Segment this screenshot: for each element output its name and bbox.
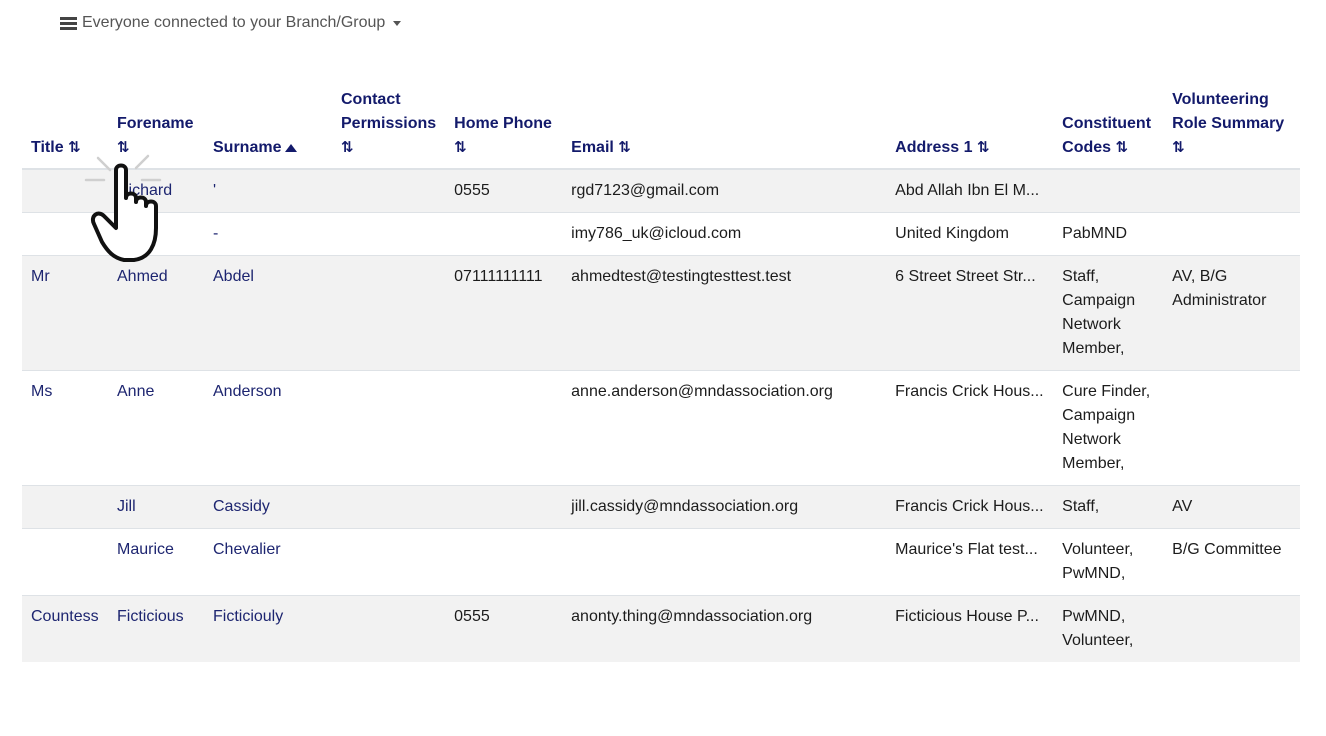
table-row[interactable]: Jill Cassidy jill.cassidy@mndassociation… — [22, 485, 1300, 529]
list-icon — [60, 16, 77, 30]
table-row[interactable]: Mr Ahmed Abdel 07111111111 ahmedtest@tes… — [22, 255, 1300, 371]
cell-address: United Kingdom — [886, 212, 1054, 256]
cell-phone — [445, 528, 563, 596]
header-volunteering-role-summary[interactable]: Volunteering Role Summary ⇅ — [1163, 80, 1300, 170]
header-title[interactable]: Title ⇅ — [22, 80, 108, 170]
cell-email: jill.cassidy@mndassociation.org — [562, 485, 887, 529]
table-row[interactable]: Ms Anne Anderson anne.anderson@mndassoci… — [22, 370, 1300, 486]
contacts-table: Title ⇅ Forename ⇅ Surname Contact Permis… — [22, 80, 1300, 662]
sort-icon[interactable]: ⇅ — [1172, 139, 1185, 156]
header-email[interactable]: Email ⇅ — [562, 80, 887, 170]
view-selector-label: Everyone connected to your Branch/Group — [82, 14, 386, 31]
cell-email: anne.anderson@mndassociation.org — [562, 370, 887, 486]
cell-title[interactable]: Ms — [22, 370, 108, 486]
table-row[interactable]: Countess Ficticious Ficticiouly 0555 ano… — [22, 595, 1300, 662]
cell-surname[interactable]: Ficticiouly — [204, 595, 332, 662]
cell-roles — [1163, 168, 1300, 213]
sort-icon[interactable]: ⇅ — [1116, 139, 1129, 156]
cell-title — [22, 168, 108, 213]
cell-surname[interactable]: ' — [204, 168, 332, 213]
cell-surname[interactable]: Cassidy — [204, 485, 332, 529]
table-row[interactable]: Maurice Chevalier Maurice's Flat test...… — [22, 528, 1300, 596]
sort-icon[interactable]: ⇅ — [117, 139, 130, 156]
header-forename[interactable]: Forename ⇅ — [108, 80, 204, 170]
cell-phone: 0555 — [445, 168, 563, 213]
header-constituent-codes[interactable]: Constituent Codes ⇅ — [1053, 80, 1164, 170]
cell-surname[interactable]: Abdel — [204, 255, 332, 371]
cell-codes: PwMND, Volunteer, — [1053, 595, 1164, 662]
cell-forename[interactable]: Jill — [108, 485, 204, 529]
cell-title[interactable]: Mr — [22, 255, 108, 371]
cell-address: Ficticious House P... — [886, 595, 1054, 662]
cell-phone — [445, 370, 563, 486]
cell-email: rgd7123@gmail.com — [562, 168, 887, 213]
header-home-phone[interactable]: Home Phone ⇅ — [445, 80, 563, 170]
cell-codes: Staff, — [1053, 485, 1164, 529]
cell-permissions — [332, 595, 446, 662]
sort-icon[interactable]: ⇅ — [68, 139, 81, 156]
table-header-row: Title ⇅ Forename ⇅ Surname Contact Permis… — [22, 80, 1300, 170]
cell-address: 6 Street Street Str... — [886, 255, 1054, 371]
sort-icon[interactable]: ⇅ — [977, 139, 990, 156]
cell-phone — [445, 212, 563, 256]
cell-forename[interactable] — [108, 212, 204, 256]
cell-roles: AV, B/G Administrator — [1163, 255, 1300, 371]
cell-phone: 07111111111 — [445, 255, 563, 371]
cell-title — [22, 485, 108, 529]
sort-ascending-icon[interactable] — [285, 143, 298, 152]
cell-codes: Staff, Campaign Network Member, — [1053, 255, 1164, 371]
header-surname[interactable]: Surname — [204, 80, 332, 170]
cell-codes: Cure Finder, Campaign Network Member, — [1053, 370, 1164, 486]
cell-permissions — [332, 255, 446, 371]
caret-down-icon — [393, 20, 402, 26]
cell-permissions — [332, 370, 446, 486]
cell-roles: AV — [1163, 485, 1300, 529]
sort-icon[interactable]: ⇅ — [618, 139, 631, 156]
cell-permissions — [332, 168, 446, 213]
cell-permissions — [332, 485, 446, 529]
table-row[interactable]: Richard ' 0555 rgd7123@gmail.com Abd All… — [22, 168, 1300, 213]
cell-surname[interactable]: - — [204, 212, 332, 256]
cell-forename[interactable]: Ficticious — [108, 595, 204, 662]
cell-address: Maurice's Flat test... — [886, 528, 1054, 596]
cell-surname[interactable]: Anderson — [204, 370, 332, 486]
cell-email: imy786_uk@icloud.com — [562, 212, 887, 256]
cell-forename[interactable]: Ahmed — [108, 255, 204, 371]
header-address-1[interactable]: Address 1 ⇅ — [886, 80, 1054, 170]
sort-icon[interactable]: ⇅ — [454, 139, 467, 156]
header-contact-permissions[interactable]: Contact Permissions ⇅ — [332, 80, 446, 170]
cell-forename[interactable]: Richard — [108, 168, 204, 213]
cell-address: Francis Crick Hous... — [886, 485, 1054, 529]
cell-codes: Volunteer, PwMND, — [1053, 528, 1164, 596]
sort-icon[interactable]: ⇅ — [341, 139, 354, 156]
cell-roles — [1163, 370, 1300, 486]
table-row[interactable]: - imy786_uk@icloud.com United Kingdom Pa… — [22, 212, 1300, 256]
cell-permissions — [332, 212, 446, 256]
cell-roles: B/G Committee — [1163, 528, 1300, 596]
cell-phone — [445, 485, 563, 529]
cell-phone: 0555 — [445, 595, 563, 662]
cell-codes — [1053, 168, 1164, 213]
cell-title — [22, 212, 108, 256]
cell-surname[interactable]: Chevalier — [204, 528, 332, 596]
cell-roles — [1163, 595, 1300, 662]
cell-title — [22, 528, 108, 596]
cell-codes: PabMND — [1053, 212, 1164, 256]
cell-email: ahmedtest@testingtesttest.test — [562, 255, 887, 371]
cell-permissions — [332, 528, 446, 596]
cell-email: anonty.thing@mndassociation.org — [562, 595, 887, 662]
cell-forename[interactable]: Maurice — [108, 528, 204, 596]
cell-title[interactable]: Countess — [22, 595, 108, 662]
cell-email — [562, 528, 887, 596]
view-selector-dropdown[interactable]: Everyone connected to your Branch/Group — [60, 14, 402, 32]
cell-roles — [1163, 212, 1300, 256]
cell-forename[interactable]: Anne — [108, 370, 204, 486]
cell-address: Abd Allah Ibn El M... — [886, 168, 1054, 213]
cell-address: Francis Crick Hous... — [886, 370, 1054, 486]
